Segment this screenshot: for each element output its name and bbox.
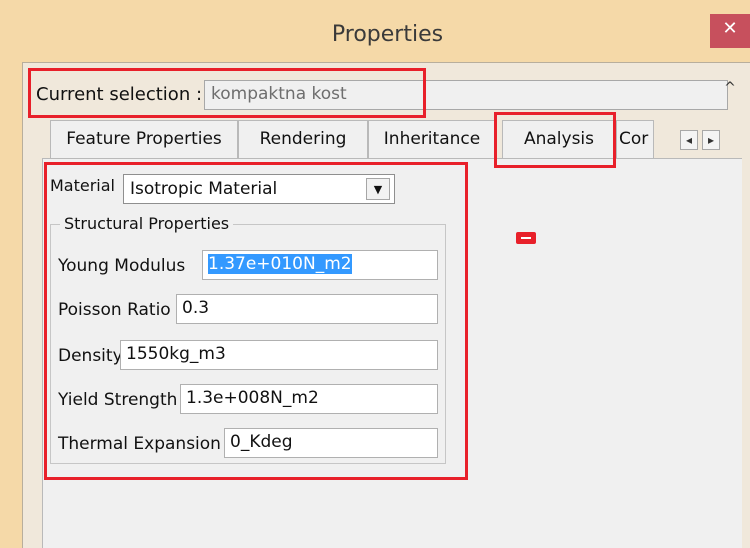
material-value: Isotropic Material bbox=[130, 179, 278, 199]
chevron-up-icon[interactable]: ^ bbox=[718, 80, 742, 100]
tab-feature-properties[interactable]: Feature Properties bbox=[50, 120, 238, 158]
poisson-ratio-label: Poisson Ratio bbox=[58, 300, 171, 320]
material-select[interactable]: Isotropic Material bbox=[123, 174, 395, 204]
thermal-expansion-input[interactable]: 0_Kdeg bbox=[224, 428, 438, 458]
tab-cor[interactable]: Cor bbox=[616, 120, 654, 158]
material-label: Material bbox=[50, 176, 115, 195]
structural-properties-legend: Structural Properties bbox=[60, 214, 234, 233]
density-label: Density bbox=[58, 346, 123, 366]
tab-bar: Feature Properties Rendering Inheritance… bbox=[42, 120, 742, 160]
current-selection-field[interactable]: kompaktna kost bbox=[204, 80, 728, 110]
young-modulus-value: 1.37e+010N_m2 bbox=[208, 254, 352, 274]
young-modulus-input[interactable]: 1.37e+010N_m2 bbox=[202, 250, 438, 280]
young-modulus-label: Young Modulus bbox=[58, 256, 186, 276]
tab-rendering[interactable]: Rendering bbox=[238, 120, 368, 158]
window-title: Properties bbox=[331, 22, 444, 47]
tab-next-icon[interactable]: ▸ bbox=[702, 130, 720, 150]
yield-strength-label: Yield Strength bbox=[58, 390, 178, 410]
thermal-expansion-label: Thermal Expansion bbox=[58, 434, 221, 454]
current-selection-label: Current selection : bbox=[36, 84, 203, 105]
close-button[interactable]: ✕ bbox=[710, 14, 750, 48]
chevron-down-icon[interactable]: ▼ bbox=[366, 178, 390, 200]
close-icon: ✕ bbox=[722, 18, 738, 39]
poisson-ratio-input[interactable]: 0.3 bbox=[176, 294, 438, 324]
current-selection-row: Current selection : kompaktna kost bbox=[28, 76, 728, 116]
density-input[interactable]: 1550kg_m3 bbox=[120, 340, 438, 370]
tab-analysis[interactable]: Analysis bbox=[502, 120, 616, 158]
titlebar: Properties ✕ bbox=[0, 0, 750, 70]
tab-inheritance[interactable]: Inheritance bbox=[368, 120, 496, 158]
properties-window: Properties ✕ Current selection : kompakt… bbox=[0, 0, 750, 548]
yield-strength-input[interactable]: 1.3e+008N_m2 bbox=[180, 384, 438, 414]
tab-prev-icon[interactable]: ◂ bbox=[680, 130, 698, 150]
red-minus-icon bbox=[516, 232, 536, 244]
